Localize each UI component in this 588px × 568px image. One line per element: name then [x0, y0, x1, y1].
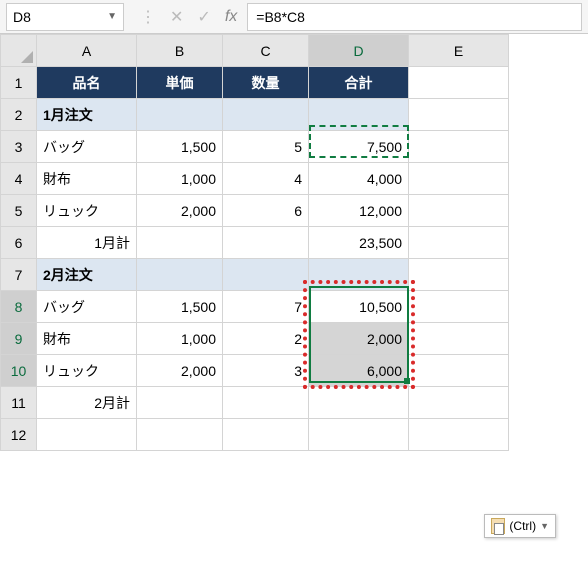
cell-A9[interactable]: 財布	[37, 323, 137, 355]
cell-A8[interactable]: バッグ	[37, 291, 137, 323]
cell-D10[interactable]: 6,000	[309, 355, 409, 387]
cancel-icon[interactable]: ✕	[170, 7, 183, 27]
row-header-5[interactable]: 5	[1, 195, 37, 227]
cell-D9[interactable]: 2,000	[309, 323, 409, 355]
cell-C9[interactable]: 2	[223, 323, 309, 355]
cell-C8[interactable]: 7	[223, 291, 309, 323]
cell-C5[interactable]: 6	[223, 195, 309, 227]
cell-B6[interactable]	[137, 227, 223, 259]
divider-icon: ⋮	[140, 7, 156, 27]
cells-table: A B C D E 1 品名 単価 数量 合計 2 1月注文 3 バッグ 1,5…	[0, 34, 509, 451]
enter-icon[interactable]: ✓	[197, 7, 210, 27]
cell-E11[interactable]	[409, 387, 509, 419]
row-header-2[interactable]: 2	[1, 99, 37, 131]
fx-icon[interactable]: fx	[225, 8, 237, 26]
col-header-A[interactable]: A	[37, 35, 137, 67]
cell-B12[interactable]	[137, 419, 223, 451]
row-header-6[interactable]: 6	[1, 227, 37, 259]
cell-C11[interactable]	[223, 387, 309, 419]
cell-A4[interactable]: 財布	[37, 163, 137, 195]
cell-B11[interactable]	[137, 387, 223, 419]
cell-C3[interactable]: 5	[223, 131, 309, 163]
cell-D11[interactable]	[309, 387, 409, 419]
col-header-C[interactable]: C	[223, 35, 309, 67]
cell-B4[interactable]: 1,000	[137, 163, 223, 195]
row-header-4[interactable]: 4	[1, 163, 37, 195]
cell-E6[interactable]	[409, 227, 509, 259]
col-header-D[interactable]: D	[309, 35, 409, 67]
cell-A1[interactable]: 品名	[37, 67, 137, 99]
cell-E3[interactable]	[409, 131, 509, 163]
cell-C4[interactable]: 4	[223, 163, 309, 195]
cell-E4[interactable]	[409, 163, 509, 195]
cell-D1[interactable]: 合計	[309, 67, 409, 99]
cell-D7[interactable]	[309, 259, 409, 291]
cell-C12[interactable]	[223, 419, 309, 451]
cell-B2[interactable]	[137, 99, 223, 131]
cell-C10[interactable]: 3	[223, 355, 309, 387]
name-box-value: D8	[13, 9, 31, 25]
cell-A5[interactable]: リュック	[37, 195, 137, 227]
cell-E2[interactable]	[409, 99, 509, 131]
cell-C2[interactable]	[223, 99, 309, 131]
row-header-12[interactable]: 12	[1, 419, 37, 451]
cell-D4[interactable]: 4,000	[309, 163, 409, 195]
spreadsheet-grid: A B C D E 1 品名 単価 数量 合計 2 1月注文 3 バッグ 1,5…	[0, 34, 588, 451]
cell-D2[interactable]	[309, 99, 409, 131]
cell-B8[interactable]: 1,500	[137, 291, 223, 323]
cell-E5[interactable]	[409, 195, 509, 227]
cell-B3[interactable]: 1,500	[137, 131, 223, 163]
row-header-10[interactable]: 10	[1, 355, 37, 387]
cell-D12[interactable]	[309, 419, 409, 451]
cell-D6[interactable]: 23,500	[309, 227, 409, 259]
cell-A10[interactable]: リュック	[37, 355, 137, 387]
cell-E7[interactable]	[409, 259, 509, 291]
cell-A7[interactable]: 2月注文	[37, 259, 137, 291]
col-header-B[interactable]: B	[137, 35, 223, 67]
cell-E12[interactable]	[409, 419, 509, 451]
cell-E10[interactable]	[409, 355, 509, 387]
cell-B7[interactable]	[137, 259, 223, 291]
name-box[interactable]: D8 ▼	[6, 3, 124, 31]
cell-D3[interactable]: 7,500	[309, 131, 409, 163]
cell-C7[interactable]	[223, 259, 309, 291]
cell-B10[interactable]: 2,000	[137, 355, 223, 387]
row-header-3[interactable]: 3	[1, 131, 37, 163]
cell-A3[interactable]: バッグ	[37, 131, 137, 163]
cell-A12[interactable]	[37, 419, 137, 451]
paste-options-label: (Ctrl)	[509, 519, 536, 533]
cell-A6[interactable]: 1月計	[37, 227, 137, 259]
row-header-9[interactable]: 9	[1, 323, 37, 355]
cell-D5[interactable]: 12,000	[309, 195, 409, 227]
row-header-11[interactable]: 11	[1, 387, 37, 419]
cell-B1[interactable]: 単価	[137, 67, 223, 99]
formula-bar: D8 ▼ ⋮ ✕ ✓ fx =B8*C8	[0, 0, 588, 34]
chevron-down-icon[interactable]: ▼	[107, 11, 117, 22]
cell-A2[interactable]: 1月注文	[37, 99, 137, 131]
formula-bar-buttons: ⋮ ✕ ✓ fx	[140, 7, 237, 27]
clipboard-icon	[491, 518, 505, 534]
cell-E9[interactable]	[409, 323, 509, 355]
row-header-1[interactable]: 1	[1, 67, 37, 99]
chevron-down-icon: ▼	[540, 521, 549, 531]
cell-C1[interactable]: 数量	[223, 67, 309, 99]
row-header-8[interactable]: 8	[1, 291, 37, 323]
select-all-corner[interactable]	[1, 35, 37, 67]
cell-E1[interactable]	[409, 67, 509, 99]
formula-text: =B8*C8	[256, 9, 305, 25]
cell-B9[interactable]: 1,000	[137, 323, 223, 355]
cell-C6[interactable]	[223, 227, 309, 259]
row-header-7[interactable]: 7	[1, 259, 37, 291]
paste-options-button[interactable]: (Ctrl) ▼	[484, 514, 556, 538]
cell-D8[interactable]: 10,500	[309, 291, 409, 323]
cell-E8[interactable]	[409, 291, 509, 323]
cell-B5[interactable]: 2,000	[137, 195, 223, 227]
col-header-E[interactable]: E	[409, 35, 509, 67]
formula-input[interactable]: =B8*C8	[247, 3, 582, 31]
cell-A11[interactable]: 2月計	[37, 387, 137, 419]
